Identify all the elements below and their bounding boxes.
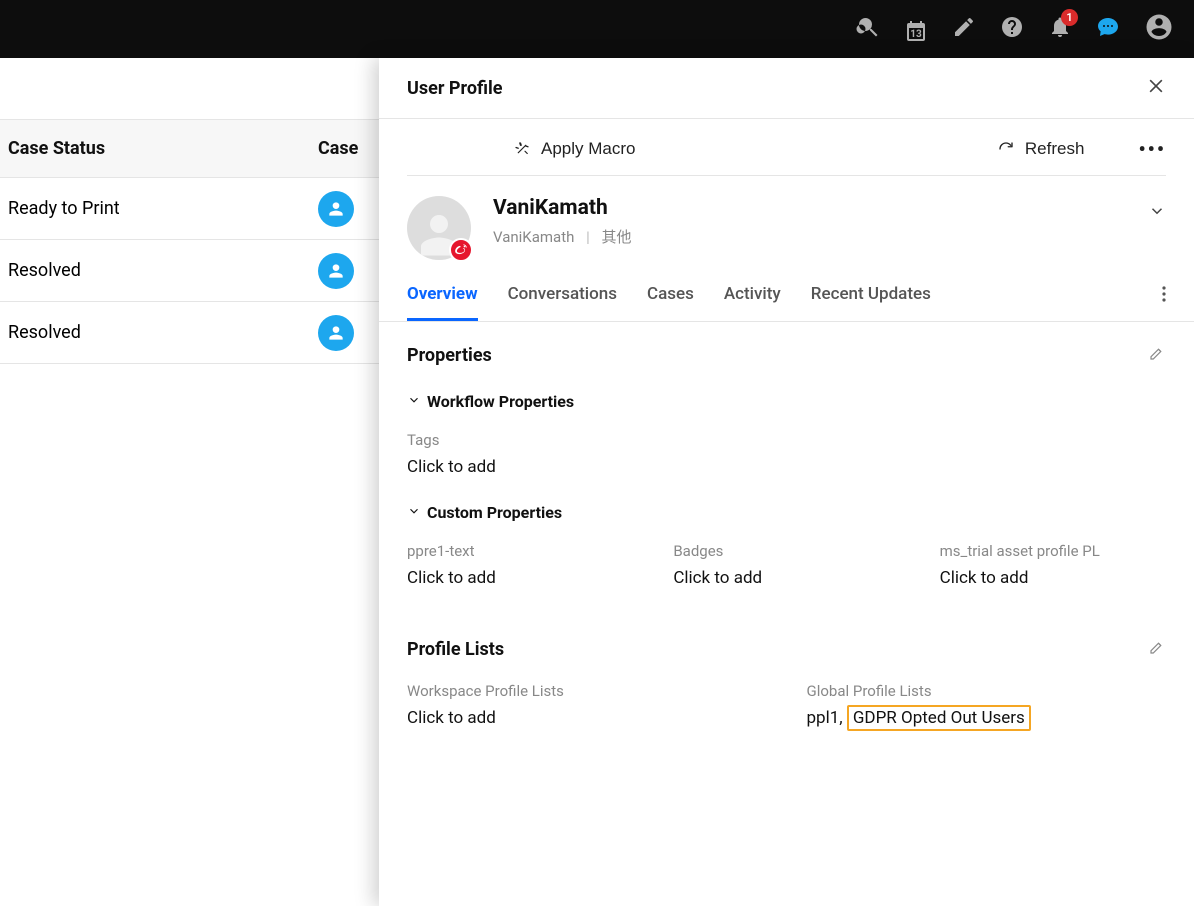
expand-identity-chevron-icon[interactable] [1148,202,1166,224]
tab-overflow-icon[interactable] [1162,272,1166,320]
field-label-badges: Badges [673,542,899,560]
status-cell: Resolved [0,322,310,343]
edit-icon[interactable] [952,15,976,43]
tab-recent-updates[interactable]: Recent Updates [811,270,931,321]
global-list-prefix: ppl1, [807,708,847,728]
refresh-icon [997,140,1015,158]
user-avatar-icon[interactable] [1144,12,1174,46]
status-cell: Resolved [0,260,310,281]
more-actions-icon[interactable]: ••• [1138,137,1166,161]
panel-actions: Apply Macro Refresh ••• [379,119,1194,175]
field-value-ppre1[interactable]: Click to add [407,568,633,588]
weibo-badge-icon [449,238,473,262]
help-icon[interactable] [1000,15,1024,43]
global-list-highlighted: GDPR Opted Out Users [847,705,1031,731]
field-value-badges[interactable]: Click to add [673,568,899,588]
edit-properties-icon[interactable] [1148,344,1166,366]
notification-count-badge: 1 [1061,9,1078,26]
panel-header: User Profile [379,58,1194,119]
apply-macro-label: Apply Macro [541,139,635,159]
profile-tabs: Overview Conversations Cases Activity Re… [379,270,1194,322]
identity-block: VaniKamath VaniKamath | 其他 [379,176,1194,270]
edit-profile-lists-icon[interactable] [1148,638,1166,660]
refresh-label: Refresh [1025,139,1085,159]
tab-conversations[interactable]: Conversations [508,270,617,321]
chevron-down-icon [407,503,421,522]
column-header-case: Case [310,138,366,159]
status-cell: Ready to Print [0,198,310,219]
tab-cases[interactable]: Cases [647,270,694,321]
search-icon[interactable] [856,15,880,43]
field-label-tags: Tags [407,431,1166,449]
chat-icon[interactable] [1096,15,1120,43]
field-label-ppre1: ppre1-text [407,542,633,560]
workspace-profile-lists-value[interactable]: Click to add [407,708,767,728]
section-properties-title: Properties [407,345,492,366]
magic-wand-icon [513,140,531,158]
chevron-down-icon [407,392,421,411]
assignee-avatar-icon [318,315,354,351]
notification-bell-icon[interactable]: 1 [1048,15,1072,43]
panel-title: User Profile [407,78,502,99]
close-icon[interactable] [1146,76,1166,100]
workflow-properties-title: Workflow Properties [427,392,574,411]
workflow-properties-toggle[interactable]: Workflow Properties [407,392,1166,411]
assignee-avatar-icon [318,191,354,227]
global-profile-lists-value[interactable]: ppl1, GDPR Opted Out Users [807,708,1167,728]
apply-macro-button[interactable]: Apply Macro [505,133,643,165]
user-profile-panel: User Profile Apply Macro Refresh ••• [379,58,1194,906]
column-header-status: Case Status [0,138,310,159]
topbar: 13 1 [0,0,1194,58]
display-name: VaniKamath [493,196,632,220]
field-label-mstrial: ms_trial asset profile PL [940,542,1166,560]
field-value-mstrial[interactable]: Click to add [940,568,1166,588]
global-profile-lists-label: Global Profile Lists [807,682,1167,700]
username: VaniKamath [493,228,574,246]
field-value-tags[interactable]: Click to add [407,457,1166,477]
calendar-day: 13 [910,29,921,40]
calendar-icon[interactable]: 13 [904,17,928,41]
custom-properties-toggle[interactable]: Custom Properties [407,503,1166,522]
custom-properties-title: Custom Properties [427,503,562,522]
identity-extra: 其他 [602,228,632,246]
refresh-button[interactable]: Refresh [989,133,1093,165]
identity-subline: VaniKamath | 其他 [493,226,632,247]
tab-overview[interactable]: Overview [407,270,478,321]
tab-activity[interactable]: Activity [724,270,781,321]
panel-body: Properties Workflow Properties Tags Clic… [379,322,1194,906]
section-profile-lists-title: Profile Lists [407,639,504,660]
assignee-avatar-icon [318,253,354,289]
workspace-profile-lists-label: Workspace Profile Lists [407,682,767,700]
